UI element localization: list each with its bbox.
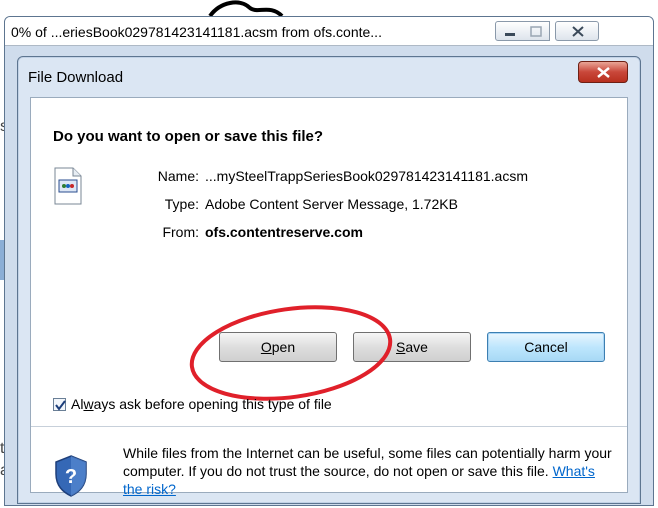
file-source-value: ofs.contentreserve.com bbox=[205, 224, 363, 240]
close-icon bbox=[597, 67, 610, 78]
always-ask-accesskey: w bbox=[83, 396, 94, 412]
name-label: Name: bbox=[157, 168, 199, 184]
close-button[interactable] bbox=[555, 21, 599, 41]
save-label: ave bbox=[405, 339, 428, 355]
minimize-icon bbox=[505, 33, 515, 36]
file-type-value: Adobe Content Server Message, 1.72KB bbox=[205, 196, 458, 212]
minimize-button[interactable] bbox=[495, 21, 523, 41]
security-warning-text: While files from the Internet can be use… bbox=[123, 445, 612, 479]
close-icon bbox=[572, 26, 584, 37]
always-ask-checkbox[interactable] bbox=[53, 398, 66, 411]
security-warning: While files from the Internet can be use… bbox=[123, 444, 613, 498]
progress-window-title: 0% of ...eriesBook029781423141181.acsm f… bbox=[11, 24, 382, 40]
svg-text:?: ? bbox=[65, 466, 77, 488]
file-name-value: ...mySteelTrappSeriesBook029781423141181… bbox=[205, 168, 528, 184]
dialog-question: Do you want to open or save this file? bbox=[53, 128, 324, 145]
always-ask-checkbox-row[interactable]: Always ask before opening this type of f… bbox=[53, 396, 332, 412]
save-accesskey: S bbox=[396, 339, 406, 355]
file-type-row: Type: Adobe Content Server Message, 1.72… bbox=[31, 196, 621, 216]
file-from-row: From: ofs.contentreserve.com bbox=[31, 224, 621, 244]
maximize-button[interactable] bbox=[522, 21, 550, 41]
always-ask-label-pre: Al bbox=[71, 396, 84, 412]
progress-window-titlebar[interactable]: 0% of ...eriesBook029781423141181.acsm f… bbox=[5, 17, 653, 46]
from-label: From: bbox=[162, 224, 199, 240]
background-artwork bbox=[208, 0, 284, 16]
type-label: Type: bbox=[164, 196, 199, 212]
always-ask-label-post: ays ask before opening this type of file bbox=[93, 396, 332, 412]
checkmark-icon bbox=[55, 400, 66, 411]
file-download-dialog: File Download Do you want to open or sav… bbox=[17, 56, 641, 504]
cancel-button[interactable]: Cancel bbox=[487, 332, 605, 362]
security-shield-icon: ? bbox=[55, 455, 87, 497]
annotation-circle bbox=[189, 305, 393, 401]
dialog-body: Do you want to open or save this file? N… bbox=[30, 97, 628, 497]
divider bbox=[31, 426, 627, 427]
dialog-title: File Download bbox=[28, 69, 124, 86]
file-name-row: Name: ...mySteelTrappSeriesBook029781423… bbox=[31, 168, 621, 188]
maximize-icon bbox=[530, 26, 542, 37]
dialog-close-button[interactable] bbox=[578, 61, 628, 83]
